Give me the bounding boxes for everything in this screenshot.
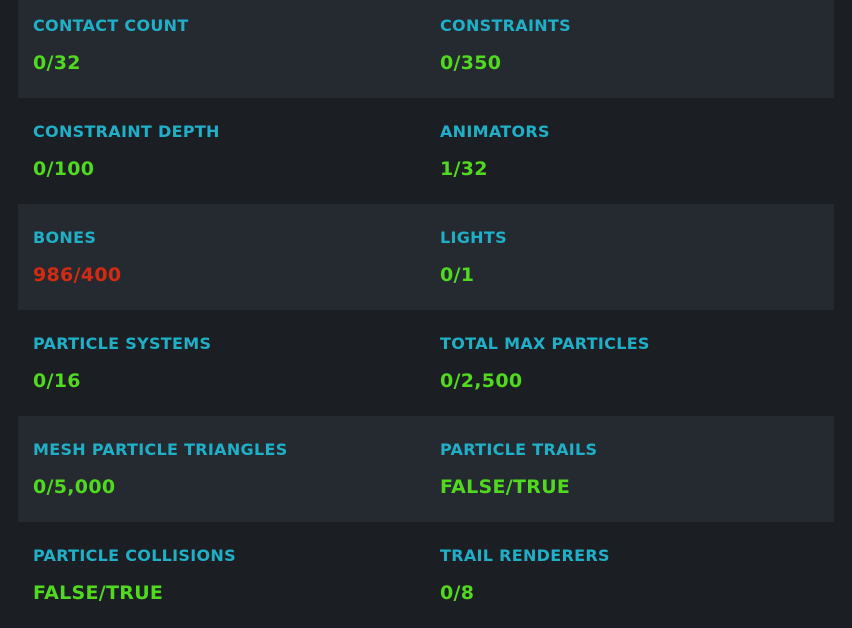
stat-label: ANIMATORS bbox=[440, 122, 550, 141]
stat-total-max-particles: TOTAL MAX PARTICLES 0/2,500 bbox=[426, 310, 834, 416]
stat-label: BONES bbox=[33, 228, 97, 247]
stat-row-particle-systems: PARTICLE SYSTEMS 0/16 TOTAL MAX PARTICLE… bbox=[18, 310, 834, 416]
stat-row-constraint-depth: CONSTRAINT DEPTH 0/100 ANIMATORS 1/32 bbox=[18, 98, 834, 204]
stat-label: LIGHTS bbox=[440, 228, 507, 247]
stat-particle-trails: PARTICLE TRAILS FALSE/TRUE bbox=[426, 416, 834, 522]
stat-label: TRAIL RENDERERS bbox=[440, 546, 610, 565]
stat-particle-collisions: PARTICLE COLLISIONS FALSE/TRUE bbox=[18, 522, 426, 628]
stat-label: CONSTRAINTS bbox=[440, 16, 571, 35]
stat-constraints: CONSTRAINTS 0/350 bbox=[426, 0, 834, 98]
stat-value: 0/2,500 bbox=[440, 370, 523, 392]
stat-value: FALSE/TRUE bbox=[33, 582, 164, 604]
stat-label: TOTAL MAX PARTICLES bbox=[440, 334, 650, 353]
stat-row-contacts: CONTACT COUNT 0/32 CONSTRAINTS 0/350 bbox=[18, 0, 834, 98]
stat-trail-renderers: TRAIL RENDERERS 0/8 bbox=[426, 522, 834, 628]
stat-label: CONSTRAINT DEPTH bbox=[33, 122, 220, 141]
stat-particle-systems: PARTICLE SYSTEMS 0/16 bbox=[18, 310, 426, 416]
stat-label: CONTACT COUNT bbox=[33, 16, 189, 35]
stat-row-particle-collisions: PARTICLE COLLISIONS FALSE/TRUE TRAIL REN… bbox=[18, 522, 834, 628]
stat-label: PARTICLE COLLISIONS bbox=[33, 546, 236, 565]
stat-constraint-depth: CONSTRAINT DEPTH 0/100 bbox=[18, 98, 426, 204]
stat-value: 0/32 bbox=[33, 52, 81, 74]
stat-value: 0/1 bbox=[440, 264, 475, 286]
stat-value: 0/100 bbox=[33, 158, 95, 180]
stat-value: 0/16 bbox=[33, 370, 81, 392]
stat-row-mesh-particles: MESH PARTICLE TRIANGLES 0/5,000 PARTICLE… bbox=[18, 416, 834, 522]
stat-animators: ANIMATORS 1/32 bbox=[426, 98, 834, 204]
stat-label: PARTICLE SYSTEMS bbox=[33, 334, 212, 353]
stat-lights: LIGHTS 0/1 bbox=[426, 204, 834, 310]
stat-row-bones: BONES 986/400 LIGHTS 0/1 bbox=[18, 204, 834, 310]
performance-stats-list: CONTACT COUNT 0/32 CONSTRAINTS 0/350 CON… bbox=[0, 0, 852, 628]
stat-value: 1/32 bbox=[440, 158, 488, 180]
stat-value: 0/350 bbox=[440, 52, 502, 74]
stat-contact-count: CONTACT COUNT 0/32 bbox=[18, 0, 426, 98]
stat-value-over-limit: 986/400 bbox=[33, 264, 122, 286]
stat-label: MESH PARTICLE TRIANGLES bbox=[33, 440, 288, 459]
stat-mesh-particle-triangles: MESH PARTICLE TRIANGLES 0/5,000 bbox=[18, 416, 426, 522]
stat-value: 0/5,000 bbox=[33, 476, 116, 498]
stat-value: FALSE/TRUE bbox=[440, 476, 571, 498]
stat-label: PARTICLE TRAILS bbox=[440, 440, 598, 459]
stat-bones: BONES 986/400 bbox=[18, 204, 426, 310]
stat-value: 0/8 bbox=[440, 582, 475, 604]
